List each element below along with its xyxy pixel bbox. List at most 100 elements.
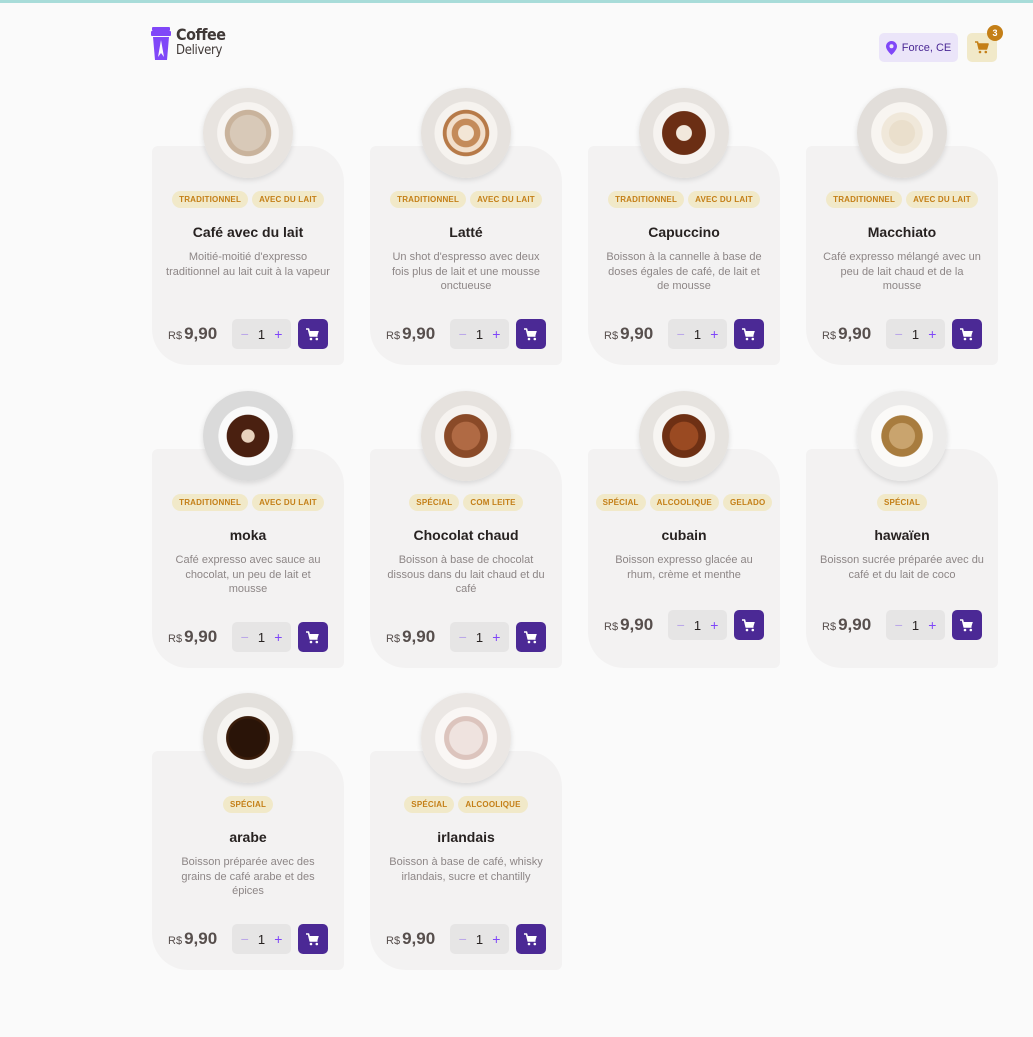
minus-icon[interactable]: − xyxy=(241,629,249,645)
buy-row: R$ 9,90−1 + xyxy=(168,319,328,349)
coffee-cup-logo-icon xyxy=(151,27,171,60)
plus-icon[interactable]: + xyxy=(710,617,718,633)
quantity-stepper: −1 + xyxy=(886,319,945,349)
price: R$ 9,90 xyxy=(386,627,450,647)
price-value: 9,90 xyxy=(838,615,872,634)
minus-icon[interactable]: − xyxy=(459,326,467,342)
tag-badge: TRADITIONNEL xyxy=(826,191,903,208)
tag-list: SPÉCIAL ALCOOLIQUE xyxy=(370,796,562,813)
currency: R$ xyxy=(604,621,619,633)
logo[interactable]: Coffee Delivery xyxy=(151,27,226,61)
plus-icon[interactable]: + xyxy=(492,629,500,645)
tag-list: TRADITIONNEL AVEC DU LAIT xyxy=(370,191,562,208)
buy-row: R$ 9,90−1 + xyxy=(168,622,328,652)
shopping-cart-icon xyxy=(524,327,537,340)
shopping-cart-icon xyxy=(975,41,989,54)
product-description: Un shot d'espresso avec deux fois plus d… xyxy=(392,251,540,292)
buy-row: R$ 9,90−1 + xyxy=(604,319,764,349)
price: R$ 9,90 xyxy=(822,615,886,635)
add-to-cart-button[interactable] xyxy=(298,319,328,349)
buy-row: R$ 9,90−1 + xyxy=(168,924,328,954)
tag-list: SPÉCIAL COM LEITE xyxy=(370,494,562,511)
product-card-arabe: SPÉCIAL arabe Boisson préparée avec des gr… xyxy=(152,693,344,970)
add-to-cart-button[interactable] xyxy=(516,924,546,954)
product-name: hawaïen xyxy=(874,527,930,543)
map-pin-icon xyxy=(885,40,897,55)
plus-icon[interactable]: + xyxy=(928,617,936,633)
product-name: Latté xyxy=(449,224,483,240)
tag-list: TRADITIONNEL AVEC DU LAIT xyxy=(588,191,780,208)
currency: R$ xyxy=(386,330,401,342)
minus-icon[interactable]: − xyxy=(459,931,467,947)
tag-badge: AVEC DU LAIT xyxy=(906,191,978,208)
plus-icon[interactable]: + xyxy=(274,931,282,947)
quantity-value: 1 xyxy=(693,617,702,633)
product-name: Chocolat chaud xyxy=(413,527,519,543)
tag-list: SPÉCIAL xyxy=(806,494,998,511)
plus-icon[interactable]: + xyxy=(928,326,936,342)
product-name: irlandais xyxy=(437,829,495,845)
product-card-irlandais: SPÉCIAL ALCOOLIQUE irlandais Boisson à base… xyxy=(370,693,562,970)
cart-button[interactable]: 3 xyxy=(967,25,1003,62)
plus-icon[interactable]: + xyxy=(274,629,282,645)
minus-icon[interactable]: − xyxy=(895,326,903,342)
coffee-image xyxy=(421,391,511,481)
location-button[interactable]: Force, CE xyxy=(879,33,958,62)
currency: R$ xyxy=(822,621,837,633)
minus-icon[interactable]: − xyxy=(241,931,249,947)
add-to-cart-button[interactable] xyxy=(298,622,328,652)
minus-icon[interactable]: − xyxy=(895,617,903,633)
quantity-stepper: −1 + xyxy=(668,610,727,640)
product-card-chocolat-chaud: SPÉCIAL COM LEITE Chocolat chaud Boisson à … xyxy=(370,391,562,668)
buy-row: R$ 9,90 −1 + xyxy=(386,319,546,349)
coffee-image xyxy=(203,88,293,178)
product-name: Café avec du lait xyxy=(192,224,304,240)
price: R$ 9,90 xyxy=(168,627,232,647)
shopping-cart-icon xyxy=(742,327,755,340)
minus-icon[interactable]: − xyxy=(241,326,249,342)
tag-list: SPÉCIAL xyxy=(152,796,344,813)
shopping-cart-icon xyxy=(306,630,319,643)
minus-icon[interactable]: − xyxy=(677,617,685,633)
tag-badge: AVEC DU LAIT xyxy=(252,494,324,511)
plus-icon[interactable]: + xyxy=(492,931,500,947)
add-to-cart-button[interactable] xyxy=(516,319,546,349)
product-card-capuccino: TRADITIONNEL AVEC DU LAIT Capuccino Boisson… xyxy=(588,88,780,365)
product-description: Boisson préparée avec des grains de café… xyxy=(181,856,315,897)
price-value: 9,90 xyxy=(402,627,436,646)
shopping-cart-icon xyxy=(960,618,973,631)
plus-icon[interactable]: + xyxy=(710,326,718,342)
add-to-cart-button[interactable] xyxy=(516,622,546,652)
price-value: 9,90 xyxy=(402,324,436,343)
currency: R$ xyxy=(386,935,401,947)
plus-icon[interactable]: + xyxy=(274,326,282,342)
minus-icon[interactable]: − xyxy=(677,326,685,342)
price: R$ 9,90 xyxy=(386,929,450,949)
currency: R$ xyxy=(604,330,619,342)
add-to-cart-button[interactable] xyxy=(298,924,328,954)
tag-badge: AVEC DU LAIT xyxy=(470,191,542,208)
add-to-cart-button[interactable] xyxy=(952,610,982,640)
product-name: cubain xyxy=(661,527,707,543)
price: R$ 9,90 xyxy=(168,324,232,344)
coffee-image xyxy=(857,88,947,178)
tag-badge: AVEC DU LAIT xyxy=(688,191,760,208)
add-to-cart-button[interactable] xyxy=(734,610,764,640)
quantity-value: 1 xyxy=(475,629,484,645)
minus-icon[interactable]: − xyxy=(459,629,467,645)
add-to-cart-button[interactable] xyxy=(952,319,982,349)
quantity-value: 1 xyxy=(475,326,484,342)
price: R$ 9,90 xyxy=(604,615,668,635)
shopping-cart-icon xyxy=(306,327,319,340)
quantity-value: 1 xyxy=(257,931,266,947)
add-to-cart-button[interactable] xyxy=(734,319,764,349)
tag-badge: AVEC DU LAIT xyxy=(252,191,324,208)
price-value: 9,90 xyxy=(402,929,436,948)
buy-row: R$ 9,90−1 + xyxy=(604,610,764,640)
coffee-image xyxy=(639,88,729,178)
currency: R$ xyxy=(822,330,837,342)
plus-icon[interactable]: + xyxy=(492,326,500,342)
currency: R$ xyxy=(168,330,183,342)
tag-badge: SPÉCIAL xyxy=(409,494,460,511)
quantity-stepper: −1 + xyxy=(886,610,945,640)
